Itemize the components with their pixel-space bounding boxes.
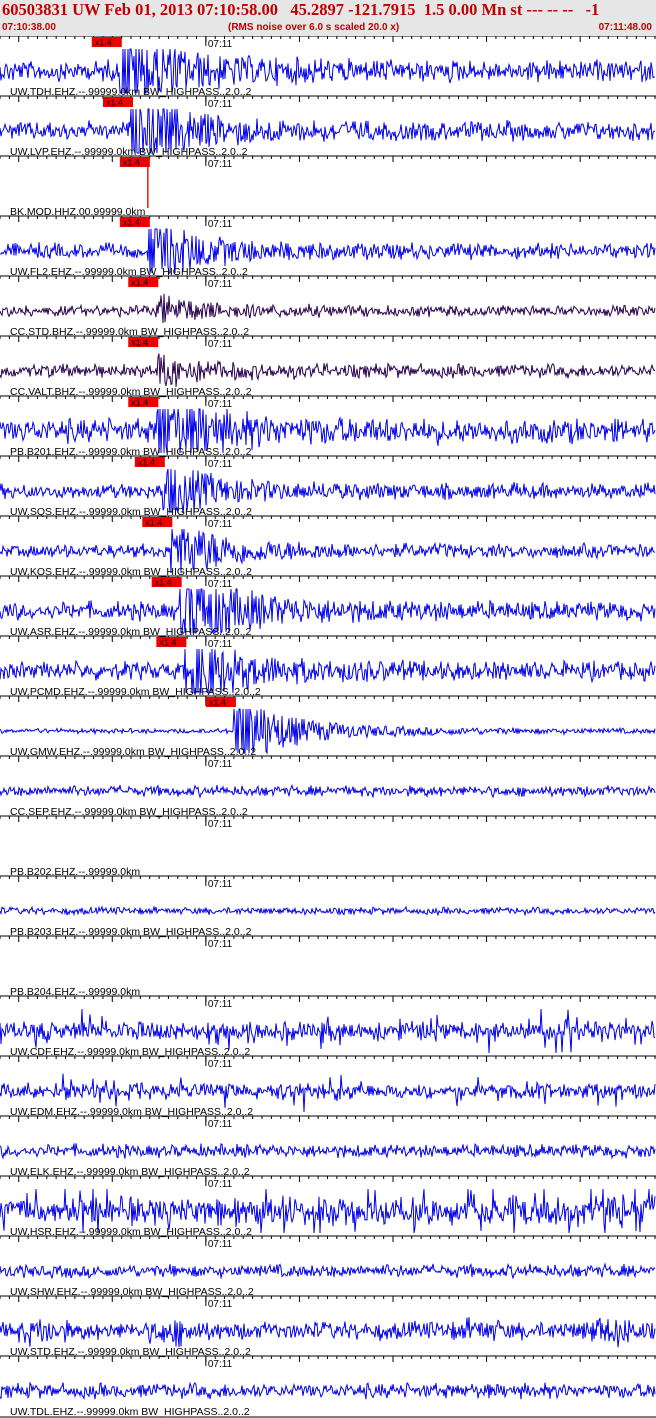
minute-label: 07:11 xyxy=(208,1179,233,1190)
minute-label: 07:11 xyxy=(208,99,233,110)
minute-label: 07:11 xyxy=(208,339,233,350)
minute-label: 07:11 xyxy=(208,1239,233,1250)
minute-label: 07:11 xyxy=(208,639,233,650)
pick-label: x1.4 xyxy=(209,698,226,708)
waveform-trace xyxy=(0,783,656,799)
end-time-label: 07:11:48.00 xyxy=(598,22,652,33)
minute-label: 07:11 xyxy=(208,399,233,410)
minute-label: 07:11 xyxy=(208,39,233,50)
station-label: UW.TDL.EHZ.--.99999.0km BW_HIGHPASS..2.0… xyxy=(10,1406,250,1418)
pick-label: x1.4 xyxy=(123,218,140,228)
pick-label: x1.4 xyxy=(131,338,148,348)
waveform-trace xyxy=(0,353,656,387)
waveform-trace xyxy=(0,1142,656,1160)
minute-label: 07:11 xyxy=(208,579,233,590)
minute-label: 07:11 xyxy=(208,519,233,530)
header-bar: 60503831 UW Feb 01, 2013 07:10:58.00 45.… xyxy=(0,0,656,36)
minute-label: 07:11 xyxy=(208,999,233,1010)
minute-label: 07:11 xyxy=(208,1359,233,1370)
event-title: 60503831 UW Feb 01, 2013 07:10:58.00 45.… xyxy=(2,0,600,19)
minute-label: 07:11 xyxy=(208,159,233,170)
minute-label: 07:11 xyxy=(208,1059,233,1070)
minute-label: 07:11 xyxy=(208,459,233,470)
seismogram-plot: 07:11x1.4UW.TDH.EHZ.--.99999.0km BW_HIGH… xyxy=(0,36,656,1418)
pick-label: x1.4 xyxy=(159,638,176,648)
minute-label: 07:11 xyxy=(208,939,233,950)
minute-label: 07:11 xyxy=(208,279,233,290)
minute-label: 07:11 xyxy=(208,819,233,830)
minute-label: 07:11 xyxy=(208,879,233,890)
pick-label: x1.4 xyxy=(155,578,172,588)
minute-label: 07:11 xyxy=(208,1119,233,1130)
waveform-trace xyxy=(0,1262,656,1279)
pick-label: x1.4 xyxy=(138,458,155,468)
pick-label: x1.4 xyxy=(131,398,148,408)
noise-note: (RMS noise over 6.0 s scaled 20.0 x) xyxy=(228,22,400,33)
waveform-trace xyxy=(0,1381,656,1401)
minute-label: 07:11 xyxy=(208,759,233,770)
minute-label: 07:11 xyxy=(208,1299,233,1310)
pick-label: x1.4 xyxy=(95,38,112,48)
waveform-trace xyxy=(0,293,656,324)
pick-label: x1.4 xyxy=(106,98,123,108)
pick-label: x1.4 xyxy=(123,158,140,168)
pick-label: x1.4 xyxy=(131,278,148,288)
waveform-trace xyxy=(0,905,656,917)
pick-label: x1.4 xyxy=(145,518,162,528)
start-time-label: 07:10:38.00 xyxy=(2,22,56,33)
minute-label: 07:11 xyxy=(208,219,233,230)
waveform-trace xyxy=(0,1317,656,1348)
